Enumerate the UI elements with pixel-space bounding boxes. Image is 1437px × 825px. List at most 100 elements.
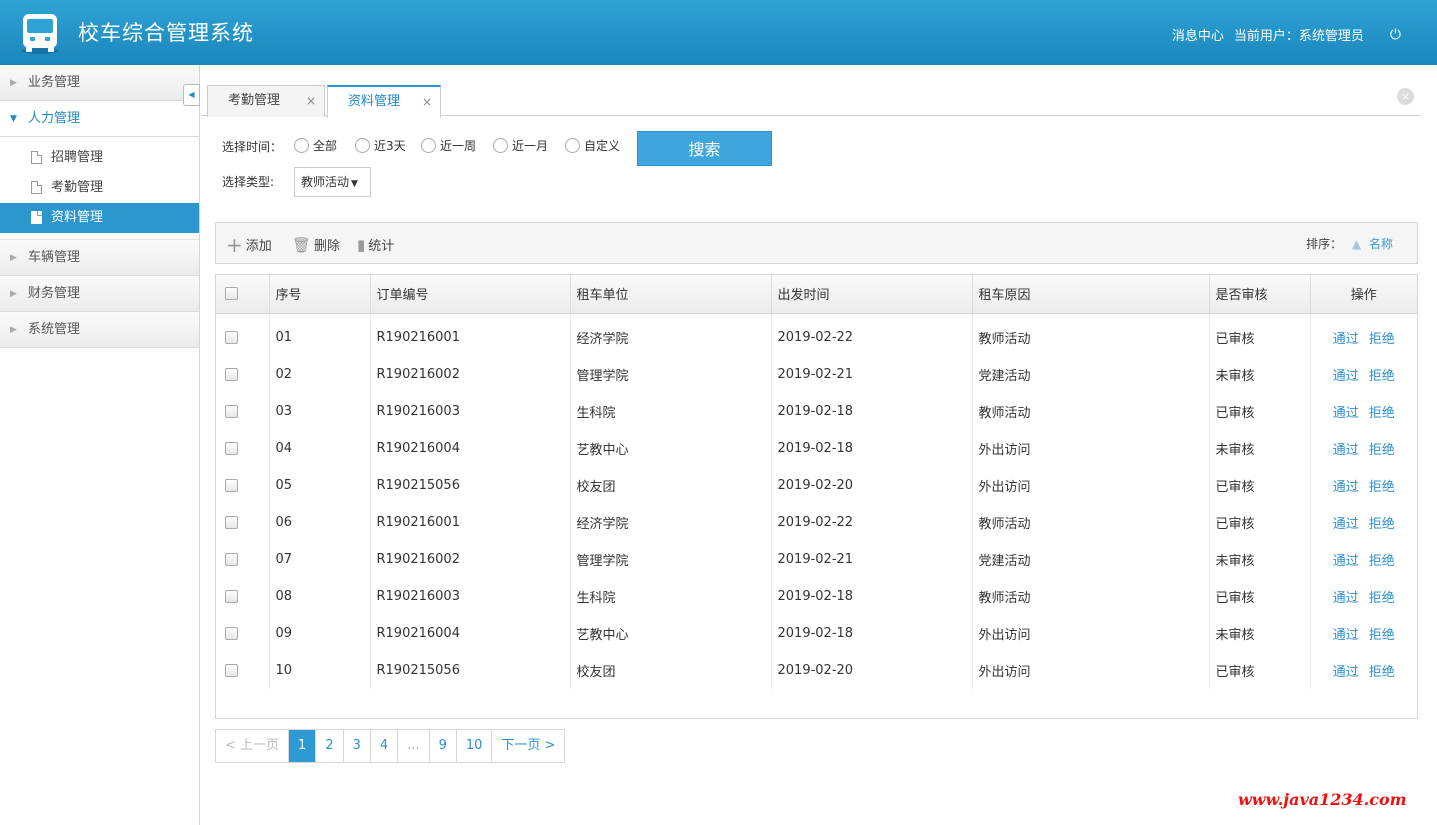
- row-checkbox[interactable]: [225, 405, 238, 418]
- table-cell: 2019-02-22: [771, 313, 973, 356]
- data-table-container: 序号 订单编号 租车单位 出发时间 租车原因 是否审核 操作 01 R190216…: [215, 274, 1418, 719]
- reject-link[interactable]: 拒绝: [1369, 665, 1395, 680]
- sidebar-group-vehicle[interactable]: ▶ 车辆管理: [0, 240, 199, 276]
- column-header[interactable]: 租车原因: [972, 275, 1210, 314]
- tab-attendance[interactable]: 考勤管理 ×: [207, 85, 325, 117]
- column-header[interactable]: 租车单位: [570, 275, 772, 314]
- prev-page-button[interactable]: < 上一页: [216, 730, 290, 762]
- row-checkbox[interactable]: [225, 368, 238, 381]
- type-filter-label: 选择类型:: [222, 175, 275, 189]
- sidebar-group-finance[interactable]: ▶ 财务管理: [0, 276, 199, 312]
- approve-link[interactable]: 通过: [1333, 480, 1359, 495]
- watermark: www.java1234.com: [1238, 790, 1407, 809]
- radio-time-month[interactable]: 近一月: [493, 137, 548, 154]
- page-button[interactable]: 10: [457, 730, 493, 762]
- approve-link[interactable]: 通过: [1333, 443, 1359, 458]
- next-page-button[interactable]: 下一页 >: [492, 730, 564, 762]
- tab-records[interactable]: 资料管理 ×: [327, 85, 441, 118]
- delete-button[interactable]: 🗑 删除: [292, 235, 340, 255]
- row-checkbox[interactable]: [225, 553, 238, 566]
- power-icon[interactable]: ⏻: [1390, 27, 1401, 43]
- table-cell: 07: [269, 541, 371, 578]
- radio-circle[interactable]: [565, 138, 580, 153]
- table-cell: 02: [269, 356, 371, 393]
- sidebar-group-label: 人力管理: [28, 111, 81, 126]
- row-checkbox[interactable]: [225, 590, 238, 603]
- table-cell: 未审核: [1209, 356, 1311, 393]
- row-checkbox[interactable]: [225, 442, 238, 455]
- reject-link[interactable]: 拒绝: [1369, 406, 1395, 421]
- approve-link[interactable]: 通过: [1333, 406, 1359, 421]
- reject-link[interactable]: 拒绝: [1369, 480, 1395, 495]
- radio-time-3days[interactable]: 近3天: [355, 137, 406, 154]
- table-cell: R190216002: [370, 541, 571, 578]
- close-all-tabs-icon[interactable]: ×: [1397, 88, 1414, 105]
- sidebar-item-records[interactable]: 资料管理: [0, 203, 199, 233]
- sidebar-item-recruitment[interactable]: 招聘管理: [0, 143, 199, 173]
- approve-link[interactable]: 通过: [1333, 554, 1359, 569]
- row-checkbox[interactable]: [225, 627, 238, 640]
- tab-label: 资料管理: [348, 94, 401, 109]
- radio-circle[interactable]: [421, 138, 436, 153]
- reject-link[interactable]: 拒绝: [1369, 628, 1395, 643]
- close-icon[interactable]: ×: [306, 86, 316, 116]
- table-toolbar: + 添加 🗑 删除 ▮ 统计 排序： ▲ 名称: [215, 222, 1418, 264]
- page-button[interactable]: 3: [344, 730, 371, 762]
- approve-link[interactable]: 通过: [1333, 517, 1359, 532]
- radio-label: 全部: [313, 139, 338, 153]
- approve-link[interactable]: 通过: [1333, 628, 1359, 643]
- table-row: 04 R190216004 艺教中心 2019-02-18 外出访问 未审核 通过 拒绝: [216, 430, 1417, 467]
- page-button[interactable]: 1: [289, 730, 317, 762]
- page-button[interactable]: 9: [430, 730, 457, 762]
- column-header[interactable]: 出发时间: [771, 275, 973, 314]
- page-button[interactable]: 4: [371, 730, 399, 762]
- radio-time-all[interactable]: 全部: [294, 137, 337, 154]
- row-checkbox[interactable]: [225, 479, 238, 492]
- reject-link[interactable]: 拒绝: [1369, 591, 1395, 606]
- reject-link[interactable]: 拒绝: [1369, 443, 1395, 458]
- reject-link[interactable]: 拒绝: [1369, 369, 1395, 384]
- table-cell: R190216003: [370, 578, 571, 615]
- sidebar-group-label: 财务管理: [28, 286, 81, 301]
- table-cell: 已审核: [1209, 393, 1311, 430]
- reject-link[interactable]: 拒绝: [1369, 517, 1395, 532]
- table-cell: R190215056: [370, 467, 571, 504]
- sidebar-group-hr[interactable]: ▼ 人力管理: [0, 101, 199, 137]
- table-cell: 外出访问: [972, 467, 1210, 504]
- sidebar-group-business[interactable]: ▶ 业务管理: [0, 65, 199, 101]
- table-cell: R190216001: [370, 313, 571, 356]
- sidebar-item-attendance[interactable]: 考勤管理: [0, 173, 199, 203]
- approve-link[interactable]: 通过: [1333, 369, 1359, 384]
- close-icon[interactable]: ×: [422, 87, 432, 117]
- radio-time-week[interactable]: 近一周: [421, 137, 476, 154]
- sort-field-link[interactable]: 名称: [1369, 237, 1393, 251]
- add-button[interactable]: + 添加: [226, 235, 272, 255]
- select-all-checkbox[interactable]: [225, 287, 238, 301]
- row-select-cell: [216, 430, 270, 467]
- radio-circle[interactable]: [294, 138, 309, 153]
- column-header[interactable]: 订单编号: [370, 275, 571, 314]
- approve-link[interactable]: 通过: [1333, 332, 1359, 347]
- message-center-link[interactable]: 消息中心: [1172, 25, 1224, 44]
- row-checkbox[interactable]: [225, 331, 238, 345]
- table-cell: 2019-02-18: [771, 393, 973, 430]
- radio-circle[interactable]: [355, 138, 370, 153]
- approve-link[interactable]: 通过: [1333, 591, 1359, 606]
- row-checkbox[interactable]: [225, 664, 238, 677]
- column-header[interactable]: 是否审核: [1209, 275, 1311, 314]
- column-header[interactable]: 序号: [269, 275, 371, 314]
- stats-button[interactable]: ▮ 统计: [357, 235, 394, 255]
- radio-circle[interactable]: [493, 138, 508, 153]
- reject-link[interactable]: 拒绝: [1369, 332, 1395, 347]
- page-button[interactable]: 2: [316, 730, 344, 762]
- radio-time-custom[interactable]: 自定义: [565, 137, 620, 154]
- sidebar-group-system[interactable]: ▶ 系统管理: [0, 312, 199, 348]
- search-button[interactable]: 搜索: [637, 131, 772, 166]
- type-select[interactable]: 教师活动 ▼: [294, 167, 371, 197]
- sidebar-collapse-button[interactable]: ◀: [183, 84, 200, 106]
- table-cell: 10: [269, 652, 371, 689]
- approve-link[interactable]: 通过: [1333, 665, 1359, 680]
- reject-link[interactable]: 拒绝: [1369, 554, 1395, 569]
- current-user-label: 当前用户：系统管理员: [1233, 29, 1364, 44]
- row-checkbox[interactable]: [225, 516, 238, 529]
